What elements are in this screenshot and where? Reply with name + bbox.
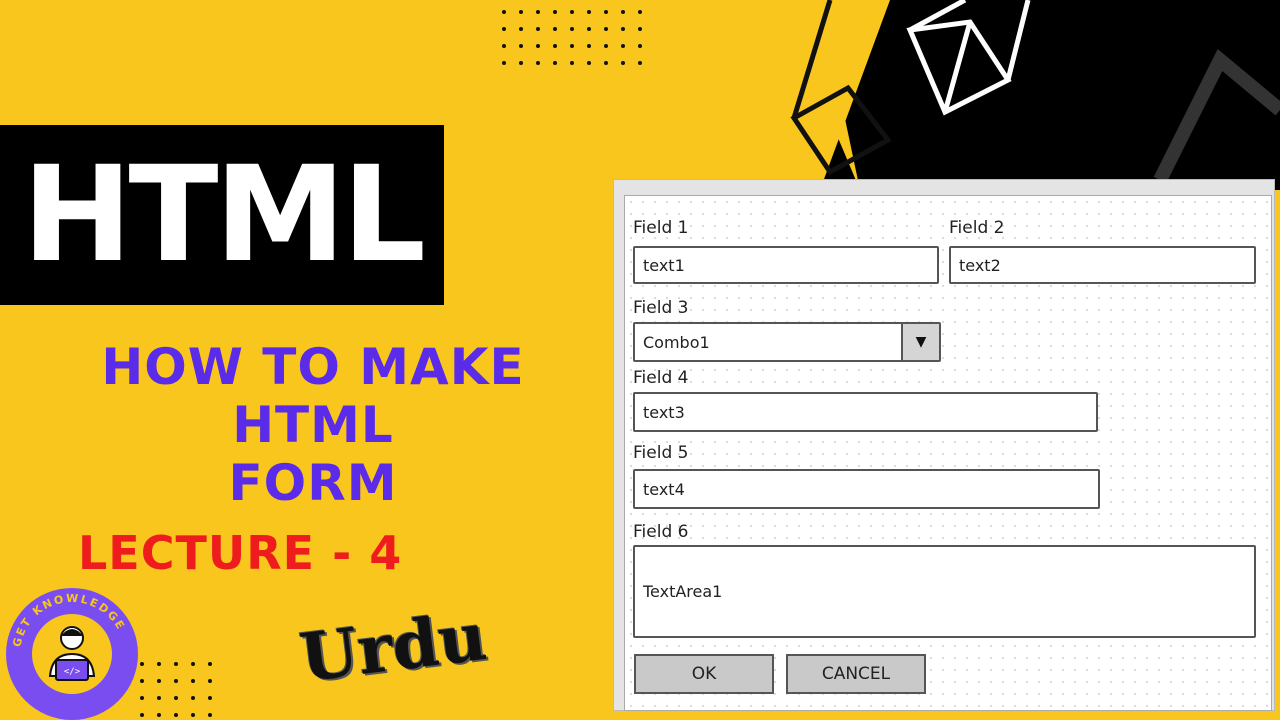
decorative-dot [570, 27, 574, 31]
decorative-dot [604, 61, 608, 65]
decorative-dot [502, 44, 506, 48]
field-3-label: Field 3 [633, 298, 689, 318]
cancel-button[interactable]: CANCEL [786, 654, 926, 694]
decorative-dot [553, 61, 557, 65]
subtitle: How to make HTML Form [28, 338, 598, 512]
decorative-dot [191, 696, 195, 700]
decorative-dot [638, 44, 642, 48]
decorative-dot [502, 61, 506, 65]
field-2-label: Field 2 [949, 218, 1005, 238]
title-html: HTML [22, 138, 426, 292]
decorative-dot [587, 27, 591, 31]
decorative-dot [157, 713, 161, 717]
geometric-decoration [780, 0, 1280, 190]
decorative-dot [604, 44, 608, 48]
decorative-dot [536, 44, 540, 48]
form-mockup-window: Field 1 text1 Field 2 text2 Field 3 Comb… [614, 180, 1274, 711]
field-6-label: Field 6 [633, 522, 689, 542]
field-1-label: Field 1 [633, 218, 689, 238]
subtitle-line-1: How to make HTML [101, 338, 525, 454]
decorative-dot [140, 713, 144, 717]
decorative-dot [140, 696, 144, 700]
decorative-dot [519, 61, 523, 65]
lecture-label: LECTURE - 4 [78, 526, 403, 580]
coder-laptop-icon: </> [32, 614, 112, 694]
decorative-dot [638, 27, 642, 31]
decorative-dot [587, 44, 591, 48]
subtitle-line-2: Form [228, 454, 398, 512]
field-2-input[interactable]: text2 [949, 246, 1256, 284]
field-3-combo[interactable]: Combo1 ▼ [633, 322, 941, 362]
decorative-dot [570, 44, 574, 48]
ok-button[interactable]: OK [634, 654, 774, 694]
decorative-dot [553, 44, 557, 48]
decorative-dot [140, 679, 144, 683]
decorative-dot [208, 696, 212, 700]
decorative-dot [157, 696, 161, 700]
decorative-dot [536, 10, 540, 14]
decorative-dot [553, 10, 557, 14]
decorative-dot [208, 713, 212, 717]
decorative-dot [621, 27, 625, 31]
decorative-dot [587, 10, 591, 14]
chevron-down-icon[interactable]: ▼ [901, 324, 939, 360]
field-1-input[interactable]: text1 [633, 246, 939, 284]
decorative-dot [174, 679, 178, 683]
svg-text:</>: </> [64, 667, 81, 677]
decorative-dot [638, 10, 642, 14]
decorative-dot [570, 10, 574, 14]
form-panel: Field 1 text1 Field 2 text2 Field 3 Comb… [624, 195, 1272, 711]
channel-badge: GET KNOWLEDGE </> [6, 588, 138, 720]
decorative-dot [519, 10, 523, 14]
title-bar: HTML [0, 125, 444, 305]
decorative-dot [174, 696, 178, 700]
decorative-dot [638, 61, 642, 65]
field-5-input[interactable]: text4 [633, 469, 1100, 509]
decorative-dot [536, 61, 540, 65]
decorative-dot [604, 10, 608, 14]
decorative-dot [174, 713, 178, 717]
decorative-dot [157, 662, 161, 666]
decorative-dot [621, 61, 625, 65]
field-5-label: Field 5 [633, 443, 689, 463]
decorative-dot [191, 662, 195, 666]
decorative-dot [536, 27, 540, 31]
decorative-dot [140, 662, 144, 666]
decorative-dot [157, 679, 161, 683]
field-4-input[interactable]: text3 [633, 392, 1098, 432]
decorative-dot [519, 27, 523, 31]
field-6-textarea[interactable]: TextArea1 [633, 545, 1256, 638]
decorative-dot [587, 61, 591, 65]
decorative-dot [519, 44, 523, 48]
decorative-dot [502, 27, 506, 31]
decorative-dot [502, 10, 506, 14]
decorative-dot [191, 679, 195, 683]
language-label: Urdu [295, 596, 491, 698]
decorative-dot [604, 27, 608, 31]
decorative-dot [191, 713, 195, 717]
decorative-dot [553, 27, 557, 31]
decorative-dot [570, 61, 574, 65]
field-4-label: Field 4 [633, 368, 689, 388]
decorative-dot [174, 662, 178, 666]
decorative-dot [621, 10, 625, 14]
decorative-dot [208, 679, 212, 683]
decorative-dot [208, 662, 212, 666]
decorative-dot [621, 44, 625, 48]
